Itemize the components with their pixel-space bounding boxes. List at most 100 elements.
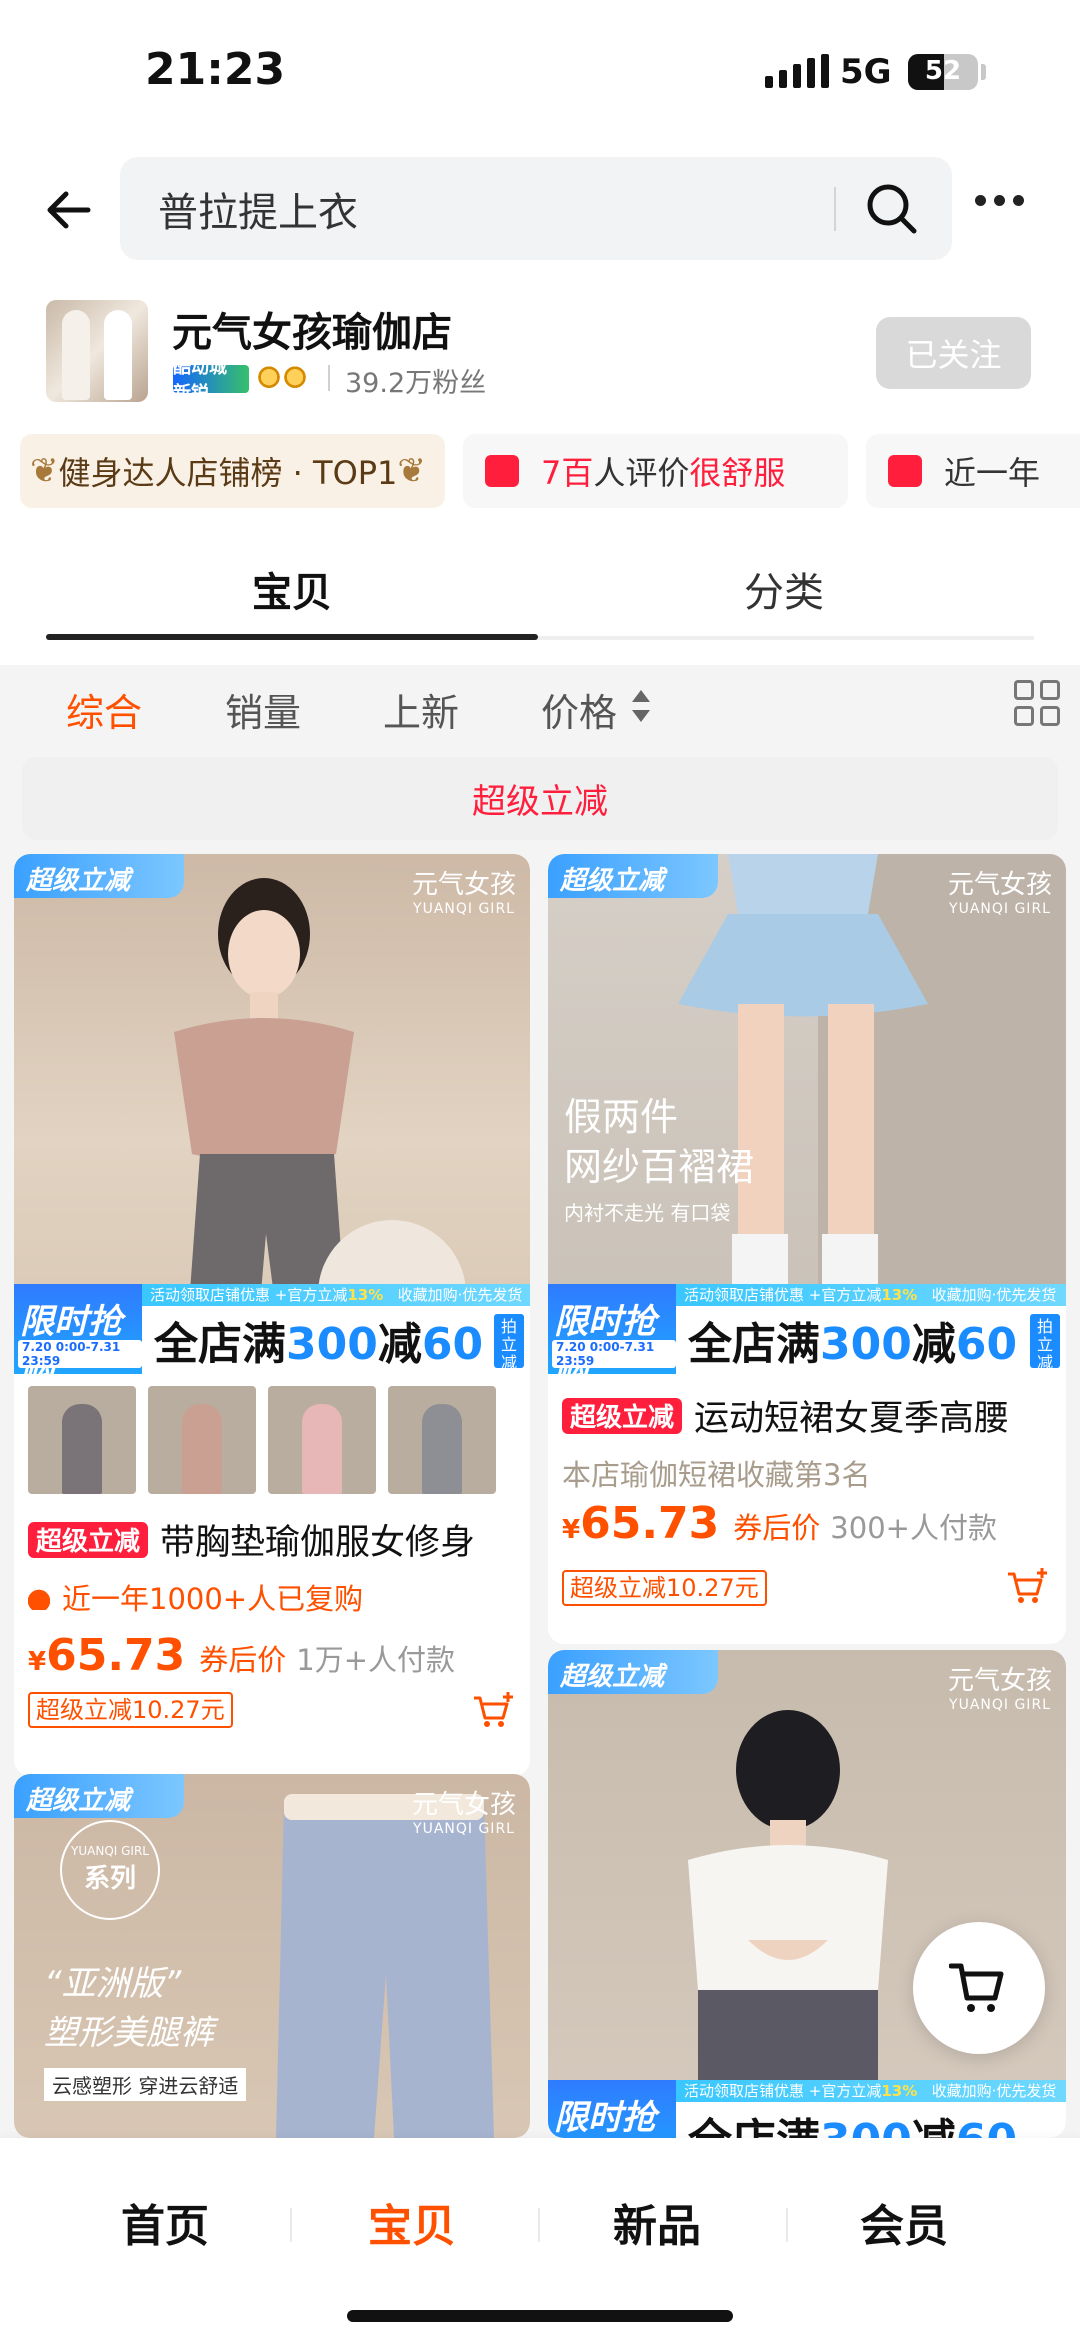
battery-level: 52	[924, 56, 962, 86]
shop-avatar[interactable]	[46, 300, 148, 402]
product-title[interactable]: 超级立减 运动短裙女夏季高腰	[562, 1390, 1009, 1441]
thumbnail-3[interactable]	[268, 1386, 376, 1494]
promo-banner: 限时抢购7.20 0:00-7.31 23:59 活动领取店铺优惠 +官方立减1…	[14, 1284, 530, 1374]
tab-categories[interactable]: 分类	[744, 560, 824, 618]
flash-sale-label: 限时抢购	[548, 2080, 676, 2138]
review-count: 7百	[541, 454, 594, 492]
add-to-cart-icon[interactable]	[472, 1690, 514, 1730]
tab-products[interactable]: 宝贝	[252, 560, 332, 618]
nav-new-arrivals[interactable]: 新品	[613, 2190, 701, 2254]
promo-banner: 限时抢购 活动领取店铺优惠 +官方立减13% 收藏加购·优先发货 全店满300减…	[548, 2080, 1066, 2138]
sold-count: 1万+人付款	[296, 1643, 456, 1677]
product-card-2[interactable]: 超级立减 元气女孩 YUANQI GIRL 假两件 网纱百褶裙 内衬不走光 有口…	[548, 854, 1066, 1644]
search-bar[interactable]	[120, 157, 952, 260]
follow-button[interactable]: 已关注	[876, 317, 1031, 389]
price-value: 65.73	[46, 1630, 186, 1681]
shop-info-divider	[328, 365, 330, 391]
status-time: 21:23	[145, 44, 286, 95]
laurel-left-icon: ❦	[30, 451, 59, 491]
product-image[interactable]: 超级立减 元气女孩 YUANQI GIRL 限时抢购 活动领取店铺优惠 +官方立…	[548, 1650, 1066, 2138]
battery-tip	[981, 64, 986, 80]
tab-indicator	[46, 634, 538, 640]
sort-sales[interactable]: 销量	[225, 682, 301, 737]
ranking-tag[interactable]: ❦ 健身达人店铺榜 · TOP1 ❦	[20, 434, 445, 508]
sort-overall[interactable]: 综合	[66, 682, 142, 737]
more-menu-icon[interactable]	[975, 195, 1024, 206]
image-overlay-text: “亚洲版” 塑形美腿裤 云感塑形 穿进云舒适	[44, 1956, 247, 2101]
coupon-badge: 超级立减10.27元	[28, 1692, 233, 1728]
flame-icon	[28, 1584, 50, 1610]
ranking-tag-text: 健身达人店铺榜 · TOP1	[58, 454, 398, 492]
flash-sale-label: 限时抢购7.20 0:00-7.31 23:59	[548, 1284, 676, 1374]
image-overlay-text: 假两件 网纱百褶裙 内衬不走光 有口袋	[564, 1095, 755, 1225]
home-indicator	[347, 2310, 733, 2322]
product-corner-badge: 超级立减	[14, 854, 184, 898]
promo-stripe: 活动领取店铺优惠 +官方立减13% 收藏加购·优先发货	[676, 2080, 1066, 2102]
cart-icon	[949, 1963, 1004, 2012]
product-image[interactable]: 超级立减 元气女孩 YUANQI GIRL 限时抢购7.20 0:00-7.31…	[14, 854, 530, 1374]
shop-level-badge: 酷动城 新锐	[173, 357, 249, 404]
product-image[interactable]: 超级立减 元气女孩 YUANQI GIRL YUANQI GIRL 系列 “亚洲…	[14, 1774, 530, 2138]
floating-cart-button[interactable]	[913, 1922, 1045, 2054]
ranking-subline: 本店瑜伽短裙收藏第3名	[562, 1458, 871, 1492]
brand-watermark: 元气女孩 YUANQI GIRL	[411, 870, 516, 917]
super-discount-tag: 超级立减	[28, 1521, 149, 1558]
shop-name[interactable]: 元气女孩瑜伽店	[172, 300, 452, 358]
sort-price[interactable]: 价格	[541, 682, 617, 737]
pai-badge: 拍立减	[494, 1314, 524, 1372]
product-title[interactable]: 超级立减 带胸垫瑜伽服女修身	[28, 1514, 475, 1565]
brand-watermark: 元气女孩 YUANQI GIRL	[947, 1666, 1052, 1713]
nav-divider	[786, 2208, 788, 2242]
status-bar: 21:23 5G 52	[0, 0, 1080, 140]
fans-count: 39.2万粉丝	[345, 368, 487, 399]
product-card-1[interactable]: 超级立减 元气女孩 YUANQI GIRL 限时抢购7.20 0:00-7.31…	[14, 854, 530, 1776]
nav-membership[interactable]: 会员	[860, 2190, 948, 2254]
signal-icon	[765, 54, 829, 88]
series-badge: YUANQI GIRL 系列	[60, 1820, 160, 1920]
review-tag[interactable]: 7百 人评价 很舒服	[463, 434, 848, 508]
store-discount-text: 全店满300减60	[688, 1319, 1018, 1370]
product-card-3[interactable]: 超级立减 元气女孩 YUANQI GIRL YUANQI GIRL 系列 “亚洲…	[14, 1774, 530, 2138]
thumbnail-1[interactable]	[28, 1386, 136, 1494]
nav-products[interactable]: 宝贝	[368, 2190, 456, 2254]
product-corner-badge: 超级立减	[14, 1774, 184, 1818]
model-illustration	[688, 1710, 888, 2138]
price-value: 65.73	[580, 1498, 720, 1549]
product-corner-badge: 超级立减	[548, 854, 718, 898]
sort-new[interactable]: 上新	[383, 682, 459, 737]
search-input[interactable]	[158, 157, 738, 260]
brand-watermark: 元气女孩 YUANQI GIRL	[947, 870, 1052, 917]
thumbnail-2[interactable]	[148, 1386, 256, 1494]
thumbnail-4[interactable]	[388, 1386, 496, 1494]
price-sort-arrows-icon[interactable]	[630, 686, 652, 726]
sold-count: 300+人付款	[830, 1511, 997, 1545]
add-to-cart-icon[interactable]	[1006, 1566, 1048, 1606]
network-type: 5G	[840, 52, 892, 92]
price-row: ¥65.73 券后价 1万+人付款	[28, 1630, 456, 1681]
color-thumbnails[interactable]	[28, 1386, 496, 1494]
product-card-4[interactable]: 超级立减 元气女孩 YUANQI GIRL 限时抢购 活动领取店铺优惠 +官方立…	[548, 1650, 1066, 2138]
super-discount-bar[interactable]: 超级立减	[22, 757, 1058, 840]
flash-sale-label: 限时抢购7.20 0:00-7.31 23:59	[14, 1284, 142, 1374]
product-corner-badge: 超级立减	[548, 1650, 718, 1694]
crown-rating-icon	[257, 364, 307, 388]
nav-home[interactable]: 首页	[121, 2190, 209, 2254]
thumbs-up-icon	[485, 455, 519, 487]
grid-view-icon[interactable]	[1014, 680, 1062, 728]
repurchase-info: 近一年1000+人已复购	[28, 1576, 363, 1618]
search-icon[interactable]	[862, 179, 922, 239]
store-discount-text: 全店满300减60	[154, 1319, 484, 1370]
year-tag-text: 近一年	[944, 454, 1041, 492]
back-arrow-icon[interactable]	[40, 180, 100, 240]
product-image[interactable]: 超级立减 元气女孩 YUANQI GIRL 假两件 网纱百褶裙 内衬不走光 有口…	[548, 854, 1066, 1374]
year-tag[interactable]: 近一年	[866, 434, 1080, 508]
store-discount-text: 全店满300减60	[688, 2104, 1017, 2138]
price-row: ¥65.73 券后价 300+人付款	[562, 1498, 997, 1549]
bag-icon	[888, 455, 922, 487]
battery-icon: 52	[908, 54, 978, 90]
coupon-badge: 超级立减10.27元	[562, 1570, 767, 1606]
search-divider	[834, 187, 836, 231]
promo-stripe: 活动领取店铺优惠 +官方立减13% 收藏加购·优先发货	[676, 1284, 1066, 1306]
laurel-right-icon: ❦	[397, 451, 426, 491]
nav-divider	[538, 2208, 540, 2242]
